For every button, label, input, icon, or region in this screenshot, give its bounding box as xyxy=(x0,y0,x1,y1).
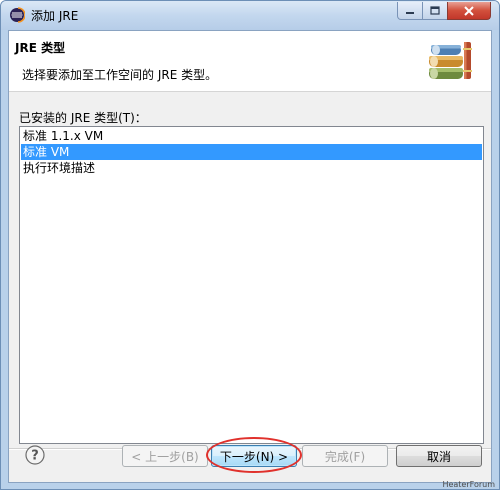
title-bar[interactable]: 添加 JRE xyxy=(1,1,499,30)
dialog-window: 添加 JRE JRE 类型 选择要添加至工作空间的 JRE 类型。 已安装的 J… xyxy=(0,0,500,490)
maximize-button[interactable] xyxy=(422,2,448,20)
minimize-icon xyxy=(406,11,414,14)
list-item-selected[interactable]: 标准 VM xyxy=(21,144,482,160)
banner-description: 选择要添加至工作空间的 JRE 类型。 xyxy=(22,68,218,82)
cancel-button[interactable]: 取消 xyxy=(396,445,482,467)
watermark: HeaterForum xyxy=(442,480,495,489)
back-button[interactable]: < 上一步(B) xyxy=(122,445,208,467)
close-icon xyxy=(464,5,474,16)
list-item[interactable]: 执行环境描述 xyxy=(21,160,482,176)
maximize-icon xyxy=(430,6,440,15)
banner-title: JRE 类型 xyxy=(15,41,66,55)
next-button[interactable]: 下一步(N) > xyxy=(211,445,297,467)
installed-jre-types-label: 已安装的 JRE 类型(T)： xyxy=(19,111,147,125)
help-icon[interactable]: ? xyxy=(25,445,45,465)
finish-button[interactable]: 完成(F) xyxy=(302,445,388,467)
wizard-banner: JRE 类型 选择要添加至工作空间的 JRE 类型。 xyxy=(9,31,491,92)
close-button[interactable] xyxy=(447,2,491,20)
minimize-button[interactable] xyxy=(397,2,423,20)
dialog-client-area: JRE 类型 选择要添加至工作空间的 JRE 类型。 已安装的 JRE 类型(T… xyxy=(8,30,492,483)
window-title: 添加 JRE xyxy=(31,9,79,23)
books-icon xyxy=(429,42,472,79)
eclipse-app-icon xyxy=(10,7,25,23)
help-glyph: ? xyxy=(31,449,39,464)
list-item[interactable]: 标准 1.1.x VM xyxy=(21,128,482,144)
jre-type-list[interactable]: 标准 1.1.x VM 标准 VM 执行环境描述 xyxy=(19,126,484,444)
